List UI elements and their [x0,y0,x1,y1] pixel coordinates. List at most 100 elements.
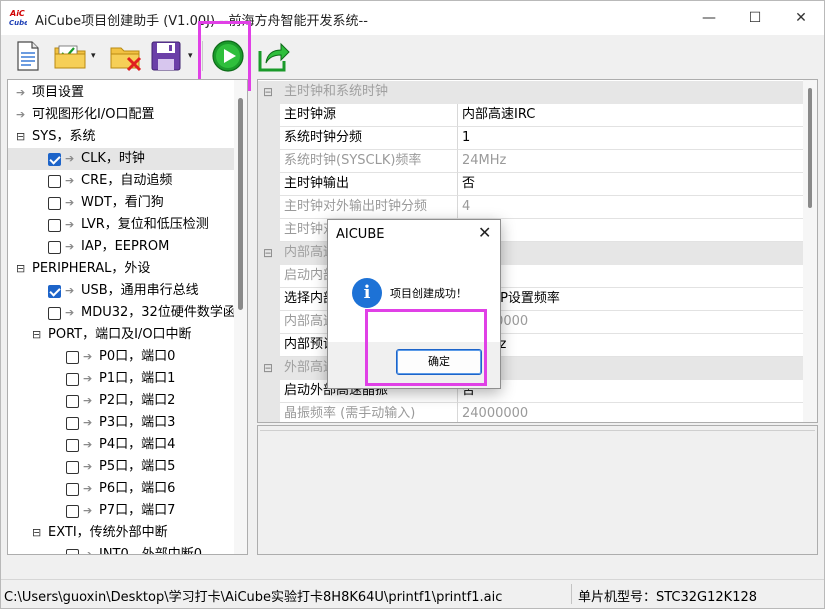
property-value[interactable]: 24000000 [458,403,803,422]
arrow-icon: ➔ [83,548,93,555]
tree-item[interactable]: ➔ 项目设置 [8,82,234,104]
tree-scrollbar-thumb[interactable] [238,98,243,310]
tree-item[interactable]: ⊟ PERIPHERAL，外设 [8,258,234,280]
property-name: 系统时钟分频 [280,127,458,150]
dialog-message: 项目创建成功！ [390,287,467,300]
property-value[interactable]: 24MHz [458,334,803,357]
collapse-icon[interactable]: ⊟ [263,357,277,379]
property-value[interactable]: P5.4 [458,219,803,242]
tree-checkbox[interactable] [48,197,61,210]
save-button[interactable] [149,39,183,73]
property-value[interactable]: 否 [458,173,803,196]
tree-item[interactable]: ➔ P6口，端口6 [8,478,234,500]
tree-checkbox[interactable] [48,285,61,298]
collapse-icon[interactable]: ⊟ [263,242,277,264]
open-project-button[interactable] [53,39,87,73]
property-value[interactable]: 4 [458,196,803,219]
tree-checkbox[interactable] [66,351,79,364]
tree-checkbox[interactable] [48,241,61,254]
grid-scrollbar[interactable] [803,80,817,422]
tree-item-label: SYS，系统 [32,129,96,144]
tree-item[interactable]: ➔ LVR，复位和低压检测 [8,214,234,236]
tree-checkbox[interactable] [66,505,79,518]
tree-item[interactable]: ➔ P4口，端口4 [8,434,234,456]
tree-checkbox[interactable] [66,483,79,496]
grid-category[interactable]: ⊟ 主时钟和系统时钟 [258,81,803,104]
tree-item[interactable]: ➔ P7口，端口7 [8,500,234,522]
tree-checkbox[interactable] [48,175,61,188]
new-document-button[interactable] [11,39,45,73]
property-name: 晶振频率 (需手动输入) [280,403,458,422]
property-value[interactable]: 使用ISP设置频率 [458,288,803,311]
close-button[interactable]: ✕ [778,1,824,35]
tree-checkbox[interactable] [66,439,79,452]
tree-item[interactable]: ➔ USB，通用串行总线 [8,280,234,302]
tree-checkbox[interactable] [66,395,79,408]
tree-item[interactable]: ➔ P2口，端口2 [8,390,234,412]
close-project-button[interactable] [109,39,143,73]
tree-checkbox[interactable] [66,461,79,474]
arrow-icon: ➔ [65,152,75,165]
tree-item[interactable]: ➔ P5口，端口5 [8,456,234,478]
minimize-button[interactable]: — [686,1,732,35]
info-icon: i [352,278,382,308]
tree-checkbox[interactable] [66,373,79,386]
property-name: 主时钟对外输出时钟分频 [280,196,458,219]
tree-checkbox[interactable] [48,219,61,232]
property-value[interactable]: 24000000 [458,311,803,334]
tree-checkbox[interactable] [48,153,61,166]
open-dropdown-icon[interactable]: ▾ [91,51,96,61]
tree-item[interactable]: ⊟ PORT，端口及I/O口中断 [8,324,234,346]
grid-property-row[interactable]: 主时钟源 内部高速IRC [258,104,803,127]
toolbar: ▾ ▾ [1,35,824,77]
collapse-icon[interactable]: ⊟ [16,126,25,148]
grid-property-row[interactable]: 晶振频率 (需手动输入) 24000000 [258,403,803,422]
tree-item[interactable]: ⊟ EXTI，传统外部中断 [8,522,234,544]
collapse-icon[interactable]: ⊟ [16,258,25,280]
property-value[interactable]: 是 [458,265,803,288]
export-button[interactable] [257,39,291,73]
collapse-icon[interactable]: ⊟ [32,522,41,544]
grid-property-row[interactable]: 主时钟输出否 [258,173,803,196]
tree-item[interactable]: ➔ 可视图形化I/O口配置 [8,104,234,126]
maximize-button[interactable]: ☐ [732,1,778,35]
collapse-icon[interactable]: ⊟ [263,81,277,103]
arrow-icon: ➔ [83,416,93,429]
tree-item[interactable]: ➔ WDT，看门狗 [8,192,234,214]
tree-item-label: 可视图形化I/O口配置 [32,107,155,122]
tree-item[interactable]: ➔ CRE，自动追频 [8,170,234,192]
save-dropdown-icon[interactable]: ▾ [188,51,193,61]
arrow-icon: ➔ [83,460,93,473]
grid-scrollbar-thumb[interactable] [808,88,812,208]
property-value[interactable]: 否 [458,380,803,403]
property-name: 主时钟输出 [280,173,458,196]
tree-scrollbar[interactable] [234,80,247,554]
ok-button-highlight [365,309,487,386]
tree-checkbox[interactable] [48,307,61,320]
tree-checkbox[interactable] [66,549,79,554]
property-value[interactable]: 内部高速IRC [458,104,803,127]
collapse-icon[interactable]: ⊟ [32,324,41,346]
tree-item[interactable]: ➔ P1口，端口1 [8,368,234,390]
grid-gutter [258,219,280,242]
tree-item-label: INT0，外部中断0 [99,547,203,555]
status-separator [571,584,572,604]
tree-item[interactable]: ➔ CLK，时钟 [8,148,234,170]
grid-property-row[interactable]: 主时钟对外输出时钟分频 4 [258,196,803,219]
tree-item[interactable]: ➔ MDU32，32位硬件数学函数 [8,302,247,324]
tree-item[interactable]: ➔ P3口，端口3 [8,412,234,434]
grid-gutter [258,265,280,288]
grid-property-row[interactable]: 系统时钟分频 1 [258,127,803,150]
property-name: 系统时钟(SYSCLK)频率 [280,150,458,173]
grid-property-row[interactable]: 系统时钟(SYSCLK)频率 24MHz [258,150,803,173]
property-value[interactable]: 24MHz [458,150,803,173]
grid-gutter [258,196,280,219]
tree-item[interactable]: ➔ IAP，EEPROM [8,236,234,258]
arrow-icon: ➔ [65,284,75,297]
tree-item[interactable]: ⊟ SYS，系统 [8,126,234,148]
tree-item[interactable]: ➔ P0口，端口0 [8,346,234,368]
tree-checkbox[interactable] [66,417,79,430]
dialog-close-button[interactable]: ✕ [478,223,491,242]
tree-item[interactable]: ➔ INT0，外部中断0 [8,544,234,555]
property-value[interactable]: 1 [458,127,803,150]
